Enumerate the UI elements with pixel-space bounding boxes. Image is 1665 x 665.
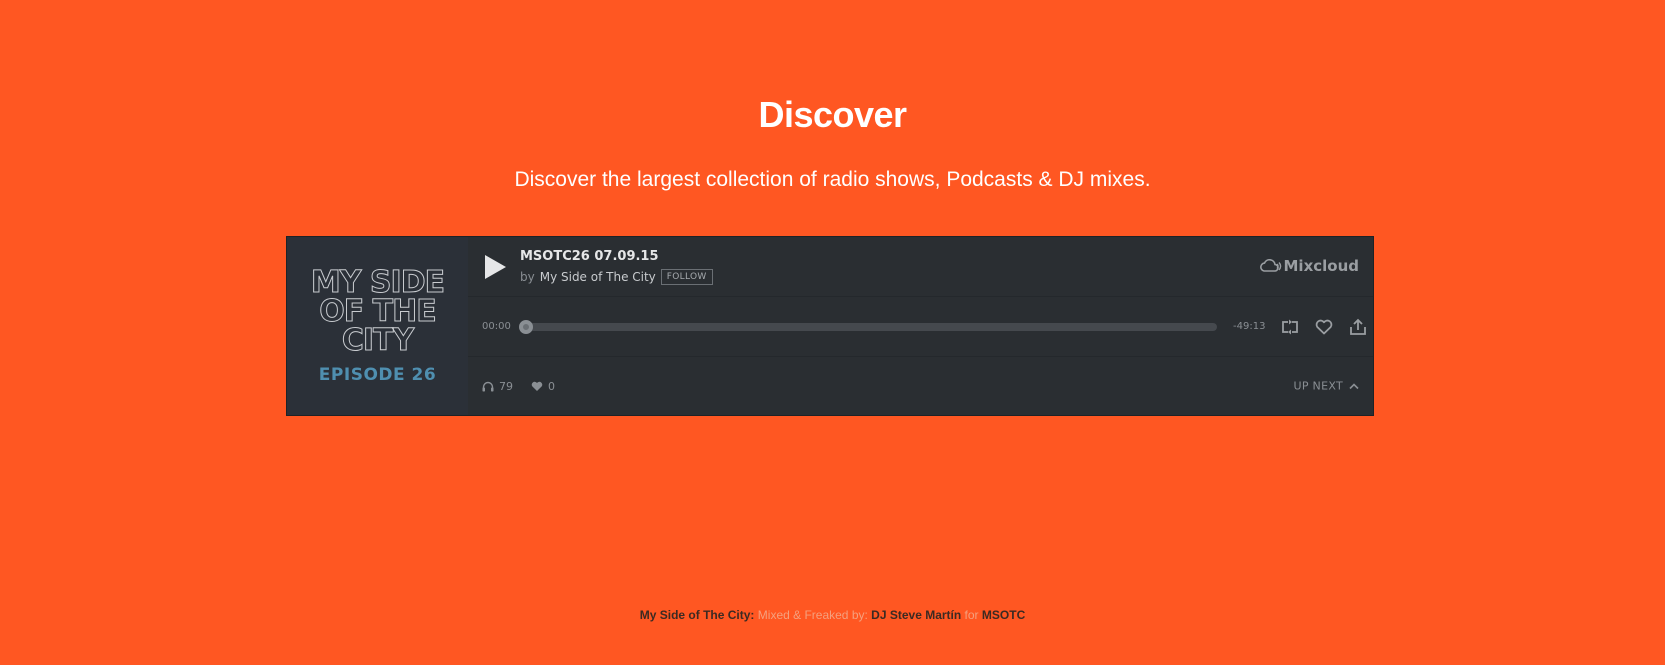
favorite-button[interactable] xyxy=(1313,316,1335,338)
likes-count: 0 xyxy=(531,380,555,393)
page-subtitle: Discover the largest collection of radio… xyxy=(514,168,1151,191)
mixcloud-logo-icon xyxy=(1259,259,1281,272)
track-title[interactable]: MSOTC26 07.09.15 xyxy=(520,249,713,264)
artist-line: by My Side of The City FOLLOW xyxy=(520,268,713,285)
heart-icon xyxy=(531,381,543,391)
artist-link[interactable]: My Side of The City xyxy=(540,270,656,284)
progress-bar[interactable] xyxy=(519,319,1217,334)
footer-credits: My Side of The City: Mixed & Freaked by:… xyxy=(0,608,1665,622)
footer-mixed-by: Mixed & Freaked by: xyxy=(757,608,868,622)
by-label: by xyxy=(520,269,535,284)
plays-count: 79 xyxy=(482,380,513,393)
player-main: MSOTC26 07.09.15 by My Side of The City … xyxy=(468,237,1373,415)
time-remaining: -49:13 xyxy=(1233,321,1266,332)
footer-for-text: for xyxy=(964,608,979,622)
artwork-title: MY SIDE OF THE CITY xyxy=(310,264,445,358)
footer-show-name: My Side of The City: xyxy=(639,608,755,622)
artwork-title-line: MY SIDE xyxy=(310,264,445,300)
headphones-icon xyxy=(482,381,494,391)
player-stats-row: 79 0 UP NEXT xyxy=(468,357,1373,415)
play-icon xyxy=(485,254,506,279)
follow-button[interactable]: FOLLOW xyxy=(660,268,713,285)
play-button[interactable] xyxy=(482,253,508,281)
up-next-toggle[interactable]: UP NEXT xyxy=(1293,380,1359,393)
share-button[interactable] xyxy=(1347,316,1369,338)
likes-value: 0 xyxy=(548,379,555,393)
page-title: Discover xyxy=(758,94,907,135)
repost-button[interactable] xyxy=(1279,316,1301,338)
artwork-title-line: CITY xyxy=(341,322,414,358)
chevron-up-icon xyxy=(1349,383,1359,390)
repost-icon xyxy=(1282,319,1298,334)
track-info: MSOTC26 07.09.15 by My Side of The City … xyxy=(520,249,713,285)
mixcloud-brand-link[interactable]: Mixcloud xyxy=(1259,257,1360,275)
progress-handle[interactable] xyxy=(519,319,533,334)
share-icon xyxy=(1350,318,1366,335)
footer-dj-name: DJ Steve Martín xyxy=(871,608,962,622)
player-controls-row: 00:00 -49:13 xyxy=(468,297,1373,357)
plays-value: 79 xyxy=(499,379,513,393)
mixcloud-player-widget: MY SIDE OF THE CITY EPISODE 26 MSOTC26 0… xyxy=(286,236,1374,416)
brand-name: Mixcloud xyxy=(1283,257,1360,275)
time-elapsed: 00:00 xyxy=(482,321,511,332)
footer-label: MSOTC xyxy=(981,608,1026,622)
cover-artwork[interactable]: MY SIDE OF THE CITY EPISODE 26 xyxy=(287,237,468,415)
artwork-episode: EPISODE 26 xyxy=(318,364,437,385)
artwork-title-line: OF THE xyxy=(319,293,438,329)
heart-icon xyxy=(1315,319,1333,334)
up-next-label: UP NEXT xyxy=(1293,379,1343,393)
player-header-row: MSOTC26 07.09.15 by My Side of The City … xyxy=(468,237,1373,297)
